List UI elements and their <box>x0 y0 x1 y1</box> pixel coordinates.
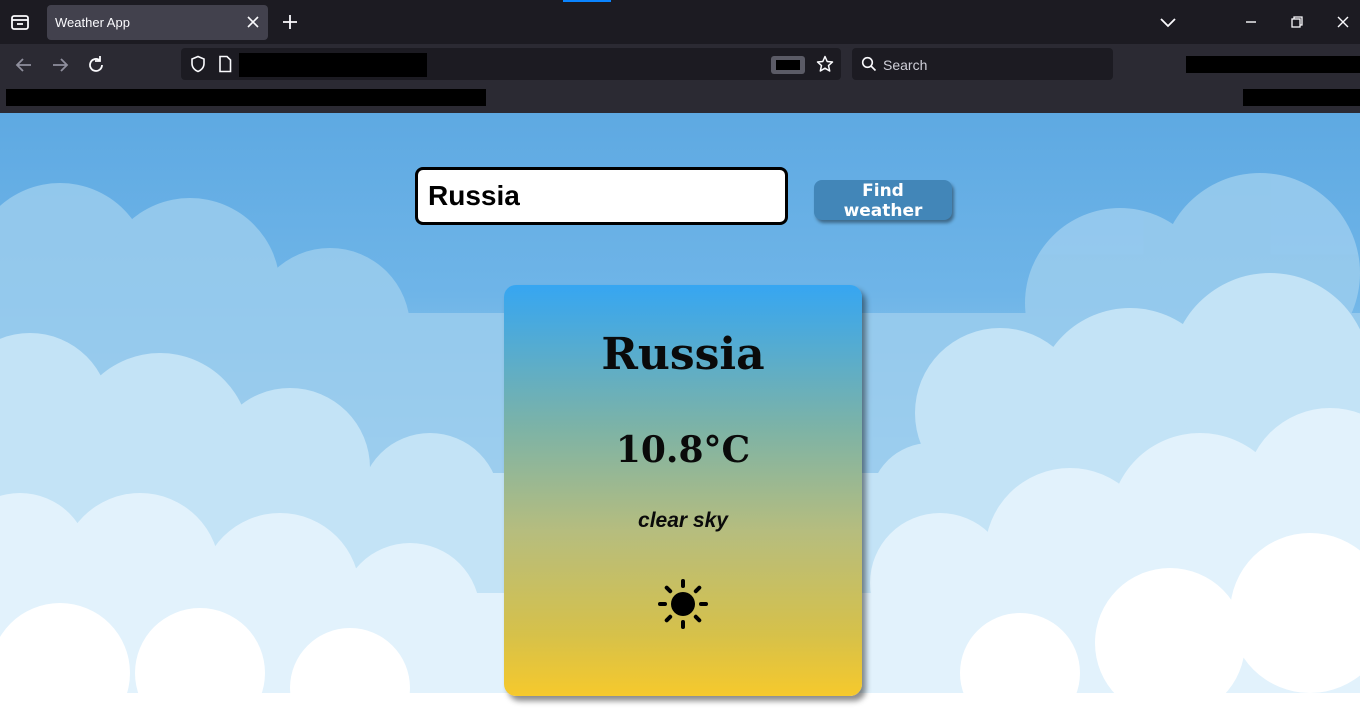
tab-accent-line <box>563 0 611 2</box>
tab-list-icon[interactable] <box>8 10 32 34</box>
page-icon[interactable] <box>217 55 233 73</box>
tab-weather-app[interactable]: Weather App <box>47 5 268 40</box>
navigation-toolbar: Search <box>0 44 1360 86</box>
temperature: 10.8°C <box>615 429 751 471</box>
search-icon <box>861 56 877 72</box>
city-name: Russia <box>601 329 765 380</box>
reload-icon[interactable] <box>85 54 107 76</box>
back-arrow-icon[interactable] <box>13 54 35 76</box>
weather-description: clear sky <box>638 509 728 532</box>
find-weather-button[interactable]: Find weather <box>814 180 952 221</box>
star-icon[interactable] <box>816 55 834 73</box>
minimize-icon[interactable] <box>1241 12 1261 32</box>
window-close-icon[interactable] <box>1333 12 1353 32</box>
reader-view-icon[interactable] <box>771 56 805 74</box>
shield-icon[interactable] <box>189 55 207 73</box>
toolbar-redacted <box>1186 56 1360 73</box>
close-icon[interactable] <box>246 15 260 29</box>
bookmarks-redacted-left <box>6 89 486 106</box>
bookmarks-bar <box>0 86 1360 114</box>
sun-icon <box>658 579 708 629</box>
url-text-redacted <box>239 53 427 77</box>
weather-page: Find weather Russia 10.8°C clear sky <box>0 113 1360 726</box>
search-placeholder: Search <box>883 57 928 73</box>
restore-icon[interactable] <box>1287 12 1307 32</box>
chevron-down-icon[interactable] <box>1158 12 1178 32</box>
tab-bar: Weather App <box>0 0 1360 44</box>
tab-title: Weather App <box>55 15 130 30</box>
city-search-input[interactable] <box>415 167 788 225</box>
forward-arrow-icon[interactable] <box>49 54 71 76</box>
weather-card: Russia 10.8°C clear sky <box>504 285 862 696</box>
url-bar[interactable] <box>181 48 841 80</box>
search-bar[interactable]: Search <box>852 48 1113 80</box>
plus-icon[interactable] <box>280 12 300 32</box>
bookmarks-redacted-right <box>1243 89 1360 106</box>
